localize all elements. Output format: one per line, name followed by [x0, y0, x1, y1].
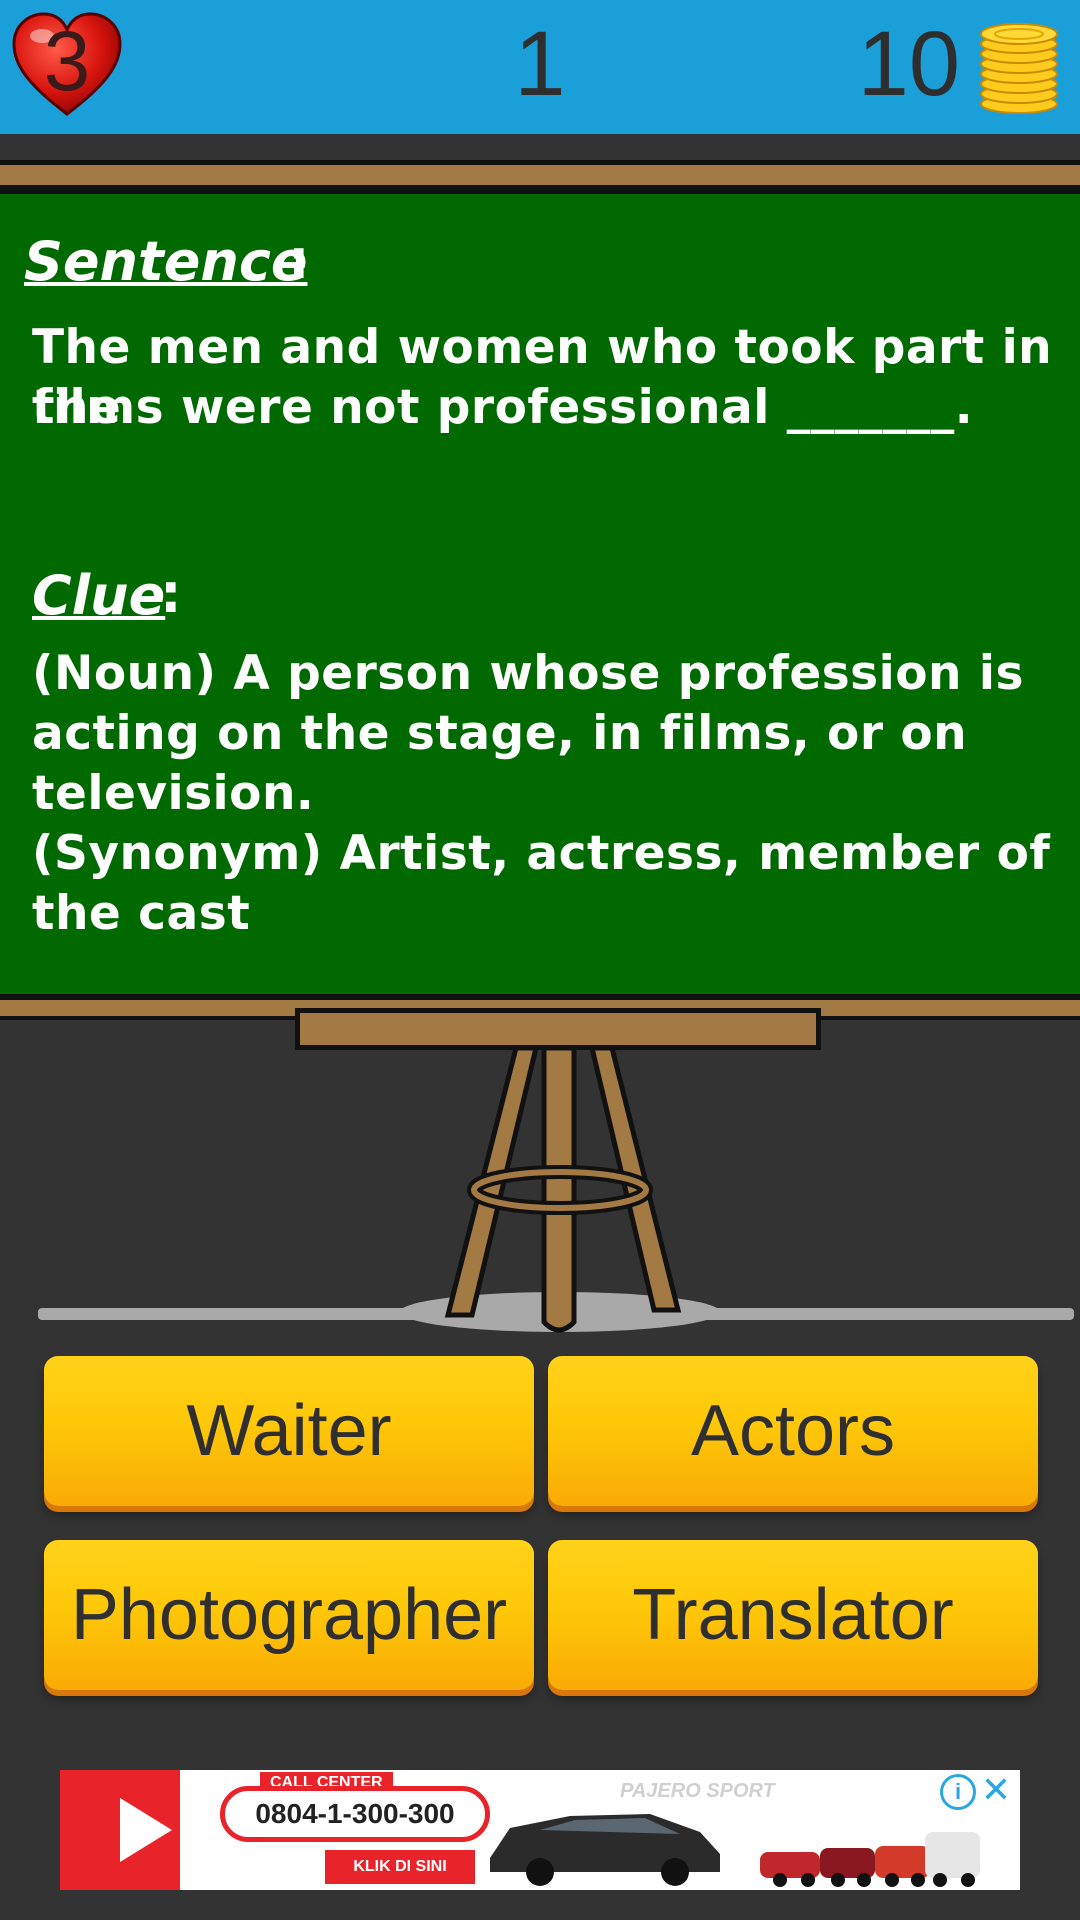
ad-brand-panel: [60, 1770, 180, 1890]
clue-line-3: television.: [32, 766, 315, 821]
ad-phone-number: 0804-1-300-300: [220, 1786, 490, 1842]
ad-cta-button[interactable]: KLIK DI SINI: [325, 1850, 475, 1884]
coin-stack-icon: [980, 23, 1058, 114]
ad-model-name: PAJERO SPORT: [620, 1780, 775, 1802]
answer-button-translator[interactable]: Translator: [548, 1540, 1038, 1690]
lives-count: 3: [43, 13, 91, 108]
close-icon[interactable]: ✕: [976, 1770, 1016, 1810]
clue-heading: Clue: [32, 564, 166, 627]
easel-icon: [38, 1045, 1074, 1333]
answer-button-photographer[interactable]: Photographer: [44, 1540, 534, 1690]
sentence-heading: Sentence: [24, 230, 308, 293]
ad-banner[interactable]: CALL CENTER 0804-1-300-300 KLIK DI SINI …: [60, 1770, 1020, 1890]
coins-count: 10: [857, 13, 960, 115]
sentence-line-2: films were not professional _______.: [32, 380, 974, 435]
lives-indicator: 3: [10, 10, 124, 120]
clue-colon: :: [160, 562, 182, 625]
clue-line-1: (Noun) A person whose profession is: [32, 646, 1024, 701]
clue-line-5: the cast: [32, 886, 251, 941]
answer-button-waiter[interactable]: Waiter: [44, 1356, 534, 1506]
level-number: 1: [514, 13, 566, 115]
answer-button-actors[interactable]: Actors: [548, 1356, 1038, 1506]
chalkboard: Sentence : The men and women who took pa…: [0, 190, 1080, 998]
clue-line-2: acting on the stage, in films, or on: [32, 706, 968, 761]
board-top-rail: [0, 160, 1080, 190]
info-icon[interactable]: i: [940, 1774, 976, 1810]
sentence-colon: :: [288, 228, 310, 291]
car-image-icon: [490, 1814, 720, 1886]
clue-line-4: (Synonym) Artist, actress, member of: [32, 826, 1051, 881]
cars-lineup-icon: [760, 1832, 980, 1887]
play-arrow-icon: [120, 1798, 172, 1862]
top-bar: 3 1 10: [0, 0, 1080, 134]
